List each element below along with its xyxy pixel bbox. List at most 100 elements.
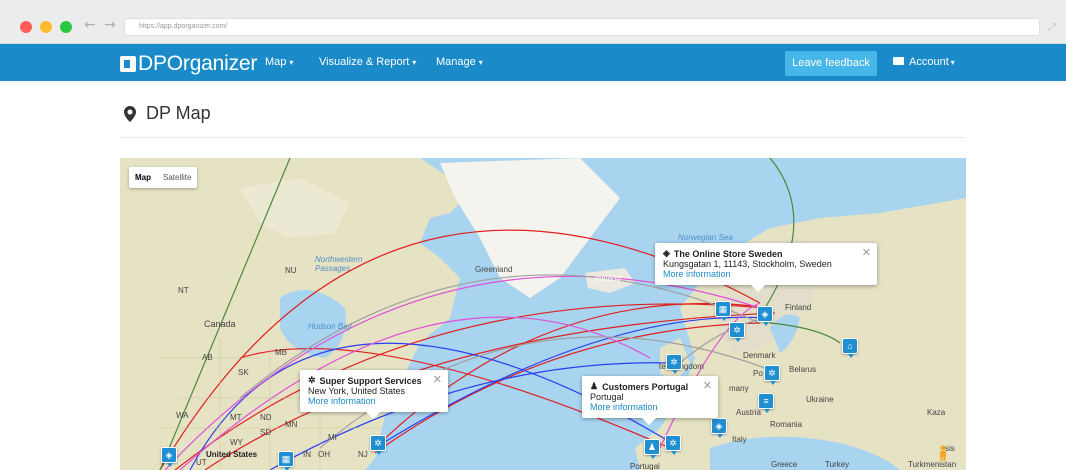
label-nt: NT	[178, 286, 189, 295]
diamond-icon: ◈	[663, 248, 670, 258]
label-in: IN	[303, 450, 311, 459]
marker-support-gear[interactable]: ✲	[370, 435, 386, 455]
map-type-map-button[interactable]: Map	[129, 167, 157, 188]
label-finland: Finland	[785, 303, 812, 312]
title-divider	[120, 137, 966, 138]
label-northwestern-passages: Northwestern Passages	[315, 255, 363, 273]
label-wy: WY	[230, 438, 243, 447]
close-icon[interactable]: ✕	[862, 246, 871, 259]
store-more-info-link[interactable]: More information	[663, 269, 869, 279]
pegman-icon[interactable]	[937, 445, 949, 461]
label-turkmenistan: Turkmenistan	[908, 460, 957, 469]
dp-map[interactable]: Map Satellite Greenland Iceland NU NT Ca…	[120, 158, 966, 470]
logo-text: DPOrganizer	[138, 52, 258, 75]
page-title-text: DP Map	[146, 103, 211, 123]
menu-visualize-report[interactable]: Visualize & Report ▾	[319, 56, 416, 68]
info-window-title: ♟ Customers Portugal	[590, 381, 710, 392]
marker-grid-us[interactable]: ▦	[278, 451, 294, 470]
customers-title: Customers Portugal	[602, 381, 689, 392]
info-window-title: ✲ Super Support Services	[308, 375, 440, 386]
briefcase-icon	[893, 57, 904, 65]
browser-chrome: ← → https://app.dporganizer.com/ ⤢	[0, 0, 1066, 44]
label-hudson-bay: Hudson Bay	[308, 322, 352, 331]
person-icon: ♟	[590, 381, 599, 391]
label-oh: OH	[318, 450, 330, 459]
minimize-window-button[interactable]	[40, 21, 52, 33]
maximize-window-button[interactable]	[60, 21, 72, 33]
page-title: DP Map	[124, 103, 211, 124]
label-united-states: United States	[206, 450, 258, 459]
address-bar[interactable]: https://app.dporganizer.com/	[124, 18, 1040, 36]
label-germany: many	[729, 384, 749, 393]
label-poland: Po	[753, 369, 763, 378]
label-italy: Italy	[732, 435, 747, 444]
marker-gear-spain[interactable]: ✲	[665, 435, 681, 455]
fullscreen-icon[interactable]: ⤢	[1048, 22, 1056, 33]
label-ut: UT	[196, 458, 207, 467]
label-turkey: Turkey	[825, 460, 850, 469]
marker-bank[interactable]: ⌂	[842, 338, 858, 358]
map-marker-icon	[124, 105, 136, 122]
menu-manage[interactable]: Manage ▾	[436, 56, 483, 68]
page-content: DP Map Map Satellite Greenland Iceland N…	[0, 81, 1066, 470]
close-icon[interactable]: ✕	[703, 379, 712, 392]
customers-more-info-link[interactable]: More information	[590, 402, 710, 412]
label-mi: MI	[328, 433, 337, 442]
support-more-info-link[interactable]: More information	[308, 396, 440, 406]
logo-icon	[120, 56, 136, 72]
label-mn: MN	[285, 420, 298, 429]
label-norwegian-sea: Norwegian Sea	[678, 233, 733, 242]
account-menu[interactable]: Account ▾	[893, 56, 955, 68]
marker-gear[interactable]: ✲	[729, 322, 745, 342]
label-greenland: Greenland	[475, 265, 513, 274]
close-icon[interactable]: ✕	[433, 373, 442, 386]
label-wa: WA	[176, 411, 189, 420]
marker-diamond-italy[interactable]: ◈	[711, 418, 727, 438]
account-label: Account	[909, 56, 949, 68]
leave-feedback-button[interactable]: Leave feedback	[785, 51, 877, 76]
marker-store-diamond[interactable]: ◈	[757, 306, 773, 326]
label-nd: ND	[260, 413, 272, 422]
marker-customers-person[interactable]: ♟	[644, 439, 660, 459]
caret-down-icon: ▾	[412, 58, 417, 67]
logo[interactable]: DPOrganizer	[120, 52, 257, 76]
label-romania: Romania	[770, 420, 803, 429]
store-title: The Online Store Sweden	[673, 248, 783, 259]
support-address: New York, United States	[308, 386, 406, 396]
customers-address: Portugal	[590, 392, 624, 402]
menu-map[interactable]: Map ▾	[265, 56, 293, 68]
caret-down-icon: ▾	[289, 58, 294, 67]
forward-arrow-icon[interactable]: →	[104, 17, 116, 33]
label-mt: MT	[230, 413, 242, 422]
marker-database[interactable]: ≡	[758, 393, 774, 413]
menu-map-label: Map	[265, 56, 287, 68]
label-mb: MB	[275, 348, 287, 357]
label-canada: Canada	[204, 319, 236, 329]
marker-gears-poland[interactable]: ✲	[764, 365, 780, 385]
close-window-button[interactable]	[20, 21, 32, 33]
info-window-title: ◈ The Online Store Sweden	[663, 248, 869, 259]
browser-window: ← → https://app.dporganizer.com/ ⤢ DPOrg…	[0, 0, 1066, 470]
label-portugal-map: Portugal	[630, 462, 660, 470]
marker-gears-uk[interactable]: ✲	[666, 354, 682, 374]
info-window-customers: ♟ Customers Portugal Portugal More inform…	[582, 376, 718, 425]
label-ukraine: Ukraine	[806, 395, 834, 404]
label-greece: Greece	[771, 460, 798, 469]
gear-icon: ✲	[308, 375, 316, 385]
back-arrow-icon[interactable]: ←	[84, 17, 96, 33]
store-address: Kungsgatan 1, 11143, Stockholm, Sweden	[663, 259, 832, 269]
map-canvas	[120, 158, 966, 470]
info-window-online-store: ◈ The Online Store Sweden Kungsgatan 1, 1…	[655, 243, 877, 292]
label-nu: NU	[285, 266, 297, 275]
info-window-support: ✲ Super Support Services New York, United…	[300, 370, 448, 419]
label-sk: SK	[238, 368, 249, 377]
marker-diamond-west[interactable]: ◈	[161, 447, 177, 467]
map-type-satellite-button[interactable]: Satellite	[157, 167, 197, 188]
support-title: Super Support Services	[319, 375, 422, 386]
menu-visualize-report-label: Visualize & Report	[319, 56, 410, 68]
label-denmark: Denmark	[743, 351, 776, 360]
label-ab: AB	[202, 353, 213, 362]
marker-grid[interactable]: ▦	[715, 301, 731, 321]
map-type-control: Map Satellite	[129, 167, 198, 188]
caret-down-icon: ▾	[950, 58, 955, 67]
